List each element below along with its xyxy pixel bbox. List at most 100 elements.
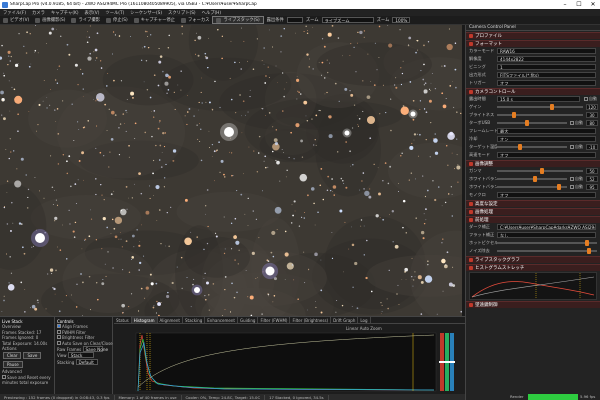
resolution-select[interactable]: 4144x2822: [497, 56, 596, 62]
binning-select[interactable]: 1: [497, 64, 596, 70]
exposure-select[interactable]: [286, 17, 303, 23]
auto-checkbox[interactable]: [570, 121, 574, 125]
close-button[interactable]: ✕: [586, 0, 600, 9]
target-temp-value[interactable]: -10: [586, 144, 598, 150]
high-speed-select[interactable]: オフ: [497, 152, 596, 158]
autosave-checkbox[interactable]: [57, 340, 61, 345]
stretch-histogram[interactable]: [469, 272, 597, 300]
trigger-select[interactable]: オフ: [497, 80, 596, 86]
tab-status[interactable]: Status: [114, 317, 132, 323]
section-advanced[interactable]: 高度な設定: [466, 200, 600, 207]
control-row: 冷却 オン: [466, 135, 600, 143]
section-preprocess[interactable]: 前処理: [466, 216, 600, 223]
tab-stacking[interactable]: Stacking: [183, 317, 206, 323]
slider-handle[interactable]: [525, 120, 529, 126]
menu-file[interactable]: ファイル(F): [0, 10, 29, 16]
tab-drift-graph[interactable]: Drift Graph: [331, 317, 359, 323]
stop-button[interactable]: 停止(S): [103, 17, 131, 23]
stop-capture-button[interactable]: キャプチャー停止: [131, 17, 178, 23]
live-capture-button[interactable]: ライブ撮影: [68, 17, 102, 23]
slider-handle[interactable]: [556, 184, 561, 190]
pause-button[interactable]: Pause: [3, 361, 23, 369]
auto-checkbox[interactable]: [584, 97, 588, 101]
auto-checkbox[interactable]: [570, 185, 574, 189]
dark-select[interactable]: C:¥Users¥user¥SharpCap¥darks¥ZWO ASI294M…: [497, 224, 596, 230]
flat-select[interactable]: なし: [497, 232, 596, 238]
focus-button[interactable]: フォーカス: [178, 17, 212, 23]
zoom-select[interactable]: 100%: [392, 17, 411, 23]
tab-alignment[interactable]: Alignment: [158, 317, 183, 323]
menu-sequencer[interactable]: シーケンサー(S): [127, 10, 165, 16]
slider-handle[interactable]: [540, 168, 544, 174]
mono-select[interactable]: オフ: [497, 192, 596, 198]
wb-red-value[interactable]: 52: [586, 176, 598, 182]
brightness-slider[interactable]: [497, 112, 583, 118]
tab-guiding[interactable]: Guiding: [238, 317, 259, 323]
tab-filter-brightness[interactable]: Filter (Brightness): [290, 317, 332, 323]
image-viewport[interactable]: [0, 25, 462, 316]
wb-red-slider[interactable]: [497, 176, 567, 182]
slider-handle[interactable]: [533, 176, 538, 182]
gamma-slider[interactable]: [497, 168, 583, 174]
auto-checkbox[interactable]: [570, 145, 574, 149]
tab-filter-fwhm[interactable]: Filter (FWHM): [258, 317, 291, 323]
raw-frames-select[interactable]: Save None: [82, 346, 108, 353]
video-button[interactable]: ビデオ(V): [0, 17, 32, 23]
section-histogram-stretch[interactable]: ヒストグラムストレッチ: [466, 264, 600, 271]
tab-histogram[interactable]: Histogram: [131, 317, 158, 323]
menu-help[interactable]: ヘルプ(H): [199, 10, 224, 16]
align-checkbox[interactable]: [57, 324, 61, 329]
output-format-select[interactable]: FITSファイル(*.fits): [497, 72, 596, 78]
histogram-plot[interactable]: [114, 325, 465, 395]
sharpcap-window: SharpCap Pro (v4.0.9185, 64 bit) - ZWO A…: [0, 0, 600, 400]
wb-blue-value[interactable]: 95: [586, 184, 598, 190]
exposure-input[interactable]: 15.0 s: [497, 96, 580, 102]
snapshot-button[interactable]: 画像撮影(S): [32, 17, 68, 23]
save-reset-checkbox[interactable]: [2, 374, 6, 379]
hot-pixel-slider[interactable]: [497, 240, 597, 246]
frame-rate-select[interactable]: 最大: [497, 128, 596, 134]
slider-handle[interactable]: [518, 144, 522, 150]
section-camera-control[interactable]: カメラコントロール: [466, 88, 600, 95]
color-mode-select[interactable]: RAW16: [497, 48, 596, 54]
cooler-select[interactable]: オン: [497, 136, 596, 142]
menu-tools[interactable]: ツール(T): [102, 10, 127, 16]
menu-scripting[interactable]: スクリプト(S): [165, 10, 199, 16]
live-stack-button[interactable]: ライブスタック(S): [212, 16, 264, 24]
minimize-button[interactable]: –: [558, 0, 572, 9]
brightness-value[interactable]: 30: [586, 112, 598, 118]
usb-value[interactable]: 80: [586, 120, 598, 126]
section-stack-graph[interactable]: ライブスタックグラフ: [466, 256, 600, 263]
section-format[interactable]: フォーマット: [466, 40, 600, 47]
menu-camera[interactable]: カメラ: [29, 10, 48, 16]
slider-handle[interactable]: [550, 104, 555, 110]
maximize-button[interactable]: ☐: [572, 0, 586, 9]
save-button[interactable]: Save: [23, 352, 42, 360]
usb-slider[interactable]: [497, 120, 567, 126]
gain-slider[interactable]: [497, 104, 583, 110]
gain-value[interactable]: 120: [586, 104, 598, 110]
zoom-mode-select[interactable]: ライブズーム: [321, 17, 374, 23]
minutes-label: minutes total exposure: [2, 380, 49, 386]
target-temp-slider[interactable]: [497, 144, 567, 150]
slider-handle[interactable]: [587, 248, 591, 254]
tab-enhancement[interactable]: Enhancement: [205, 317, 238, 323]
slider-handle[interactable]: [585, 240, 589, 246]
menu-view[interactable]: 表示(V): [82, 10, 103, 16]
auto-checkbox[interactable]: [570, 177, 574, 181]
section-image-adjust[interactable]: 画像調整: [466, 160, 600, 167]
view-select[interactable]: Stack: [67, 352, 94, 359]
noise-slider[interactable]: [497, 248, 597, 254]
stacking-select[interactable]: Default: [75, 358, 98, 365]
fwhm-checkbox[interactable]: [57, 329, 61, 334]
tab-log[interactable]: Log: [358, 317, 371, 323]
gamma-value[interactable]: 50: [586, 168, 598, 174]
wb-blue-slider[interactable]: [497, 184, 567, 190]
clear-button[interactable]: Clear: [3, 352, 22, 360]
section-telescope[interactable]: 望遠鏡制御: [466, 301, 600, 308]
section-profile[interactable]: プロファイル: [466, 32, 600, 39]
menu-capture[interactable]: キャプチャ(K): [48, 10, 82, 16]
slider-handle[interactable]: [512, 112, 517, 118]
brightness-checkbox[interactable]: [57, 335, 61, 340]
section-processing[interactable]: 画像処理: [466, 208, 600, 215]
